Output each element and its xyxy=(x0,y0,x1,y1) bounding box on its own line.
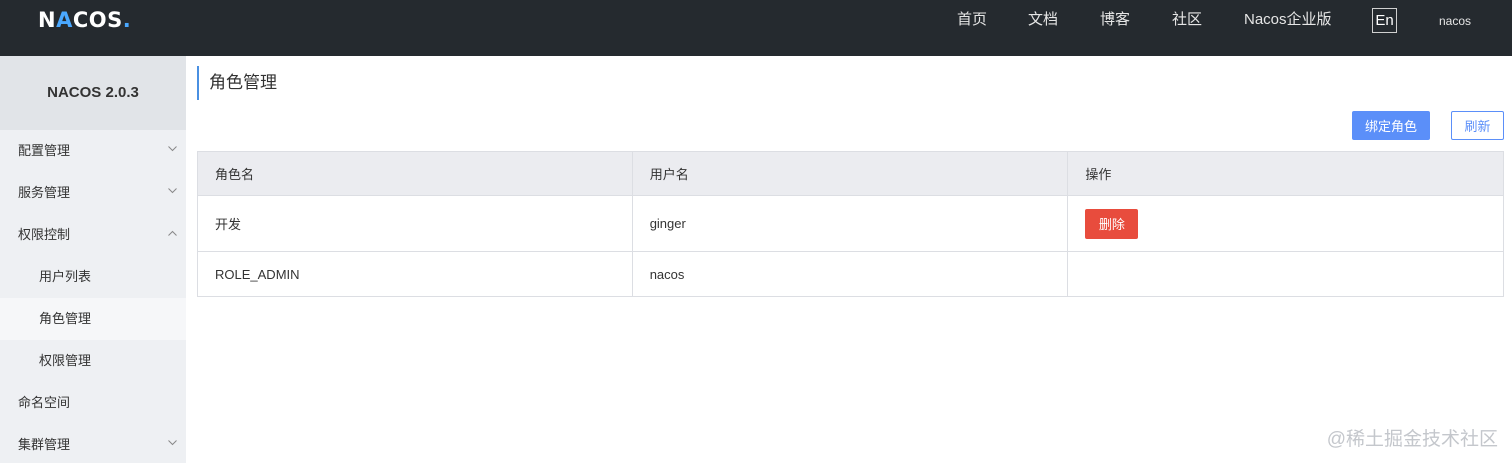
table-row: ROLE_ADMIN nacos xyxy=(197,251,1504,297)
sidebar-item-role-management[interactable]: 角色管理 xyxy=(0,298,186,340)
nav-docs[interactable]: 文档 xyxy=(1028,0,1058,40)
refresh-button[interactable]: 刷新 xyxy=(1451,111,1504,140)
column-header-actions: 操作 xyxy=(1067,151,1504,196)
sidebar-item-user-list[interactable]: 用户列表 xyxy=(0,256,186,298)
sidebar-item-service-management[interactable]: 服务管理 xyxy=(0,172,186,214)
sidebar-brand: NACOS 2.0.3 xyxy=(0,56,186,130)
chevron-down-icon xyxy=(168,146,177,154)
bind-role-button[interactable]: 绑定角色 xyxy=(1352,111,1430,140)
cell-role-name: ROLE_ADMIN xyxy=(197,251,633,297)
sidebar-item-label: 命名空间 xyxy=(18,395,71,410)
column-header-user-name: 用户名 xyxy=(631,151,1069,196)
page-title: 角色管理 xyxy=(197,66,277,100)
sidebar-item-label: 配置管理 xyxy=(18,143,71,158)
sidebar: NACOS 2.0.3 配置管理 服务管理 权限控制 用户列表 角色管理 权限管… xyxy=(0,56,186,463)
sidebar-item-permission-management[interactable]: 权限管理 xyxy=(0,340,186,382)
chevron-up-icon xyxy=(168,230,177,238)
sidebar-item-label: 权限管理 xyxy=(39,353,92,368)
sidebar-item-label: 服务管理 xyxy=(18,185,71,200)
nav-blog[interactable]: 博客 xyxy=(1100,0,1130,40)
sidebar-item-label: 权限控制 xyxy=(18,227,71,242)
watermark: @稀土掘金技术社区 xyxy=(1326,429,1498,450)
sidebar-item-label: 集群管理 xyxy=(18,437,71,452)
sidebar-item-label: 角色管理 xyxy=(39,311,92,326)
chevron-down-icon xyxy=(168,188,177,196)
role-table: 角色名 用户名 操作 开发 ginger 删除 ROLE_ADMIN nacos xyxy=(197,151,1504,297)
cell-user-name: nacos xyxy=(631,251,1069,297)
sidebar-item-access-control[interactable]: 权限控制 xyxy=(0,214,186,256)
sidebar-item-label: 用户列表 xyxy=(39,269,92,284)
table-header-row: 角色名 用户名 操作 xyxy=(197,151,1504,196)
nav-enterprise[interactable]: Nacos企业版 xyxy=(1244,0,1332,40)
sidebar-item-namespace[interactable]: 命名空间 xyxy=(0,382,186,424)
top-navbar: NACOS. 首页 文档 博客 社区 Nacos企业版 En nacos xyxy=(0,0,1512,56)
cell-user-name: ginger xyxy=(631,195,1069,252)
user-name[interactable]: nacos xyxy=(1439,0,1471,40)
nav-community[interactable]: 社区 xyxy=(1172,0,1202,40)
nacos-logo[interactable]: NACOS. xyxy=(38,8,132,32)
cell-role-name: 开发 xyxy=(197,195,633,252)
table-row: 开发 ginger 删除 xyxy=(197,195,1504,252)
language-switch-button[interactable]: En xyxy=(1372,8,1397,33)
delete-button[interactable]: 删除 xyxy=(1085,208,1139,239)
sidebar-item-config-management[interactable]: 配置管理 xyxy=(0,130,186,172)
logo-text: NACOS. xyxy=(38,8,132,32)
column-header-role-name: 角色名 xyxy=(197,151,633,196)
cell-actions xyxy=(1067,251,1504,297)
nav-home[interactable]: 首页 xyxy=(957,0,987,40)
sidebar-item-cluster-management[interactable]: 集群管理 xyxy=(0,424,186,463)
cell-actions: 删除 xyxy=(1067,195,1504,252)
chevron-down-icon xyxy=(168,440,177,448)
